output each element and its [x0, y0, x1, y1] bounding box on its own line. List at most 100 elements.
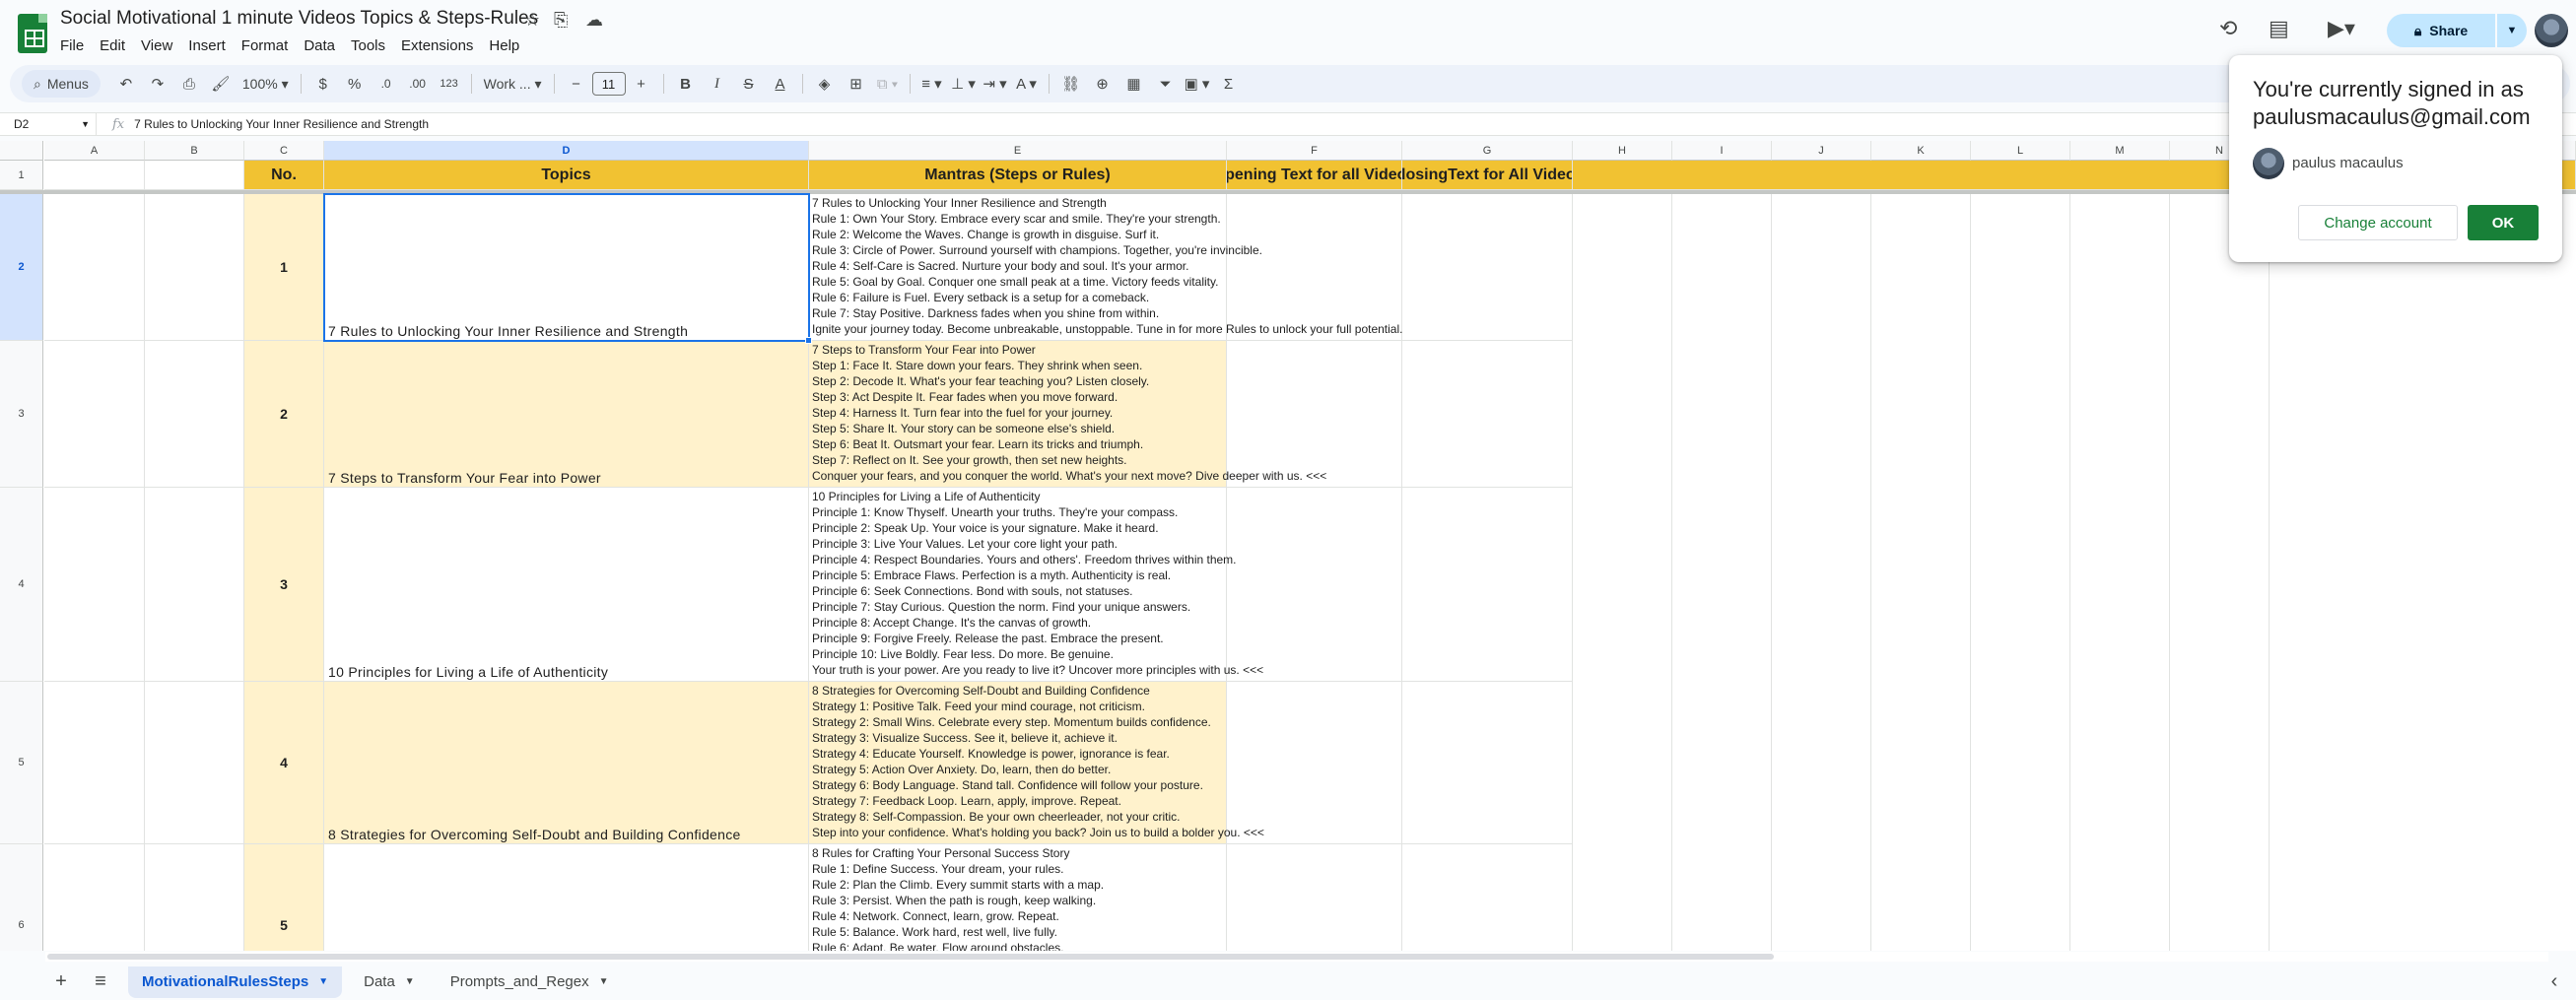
comments-icon[interactable]: ▤: [2269, 16, 2289, 41]
cell-b3[interactable]: [145, 341, 244, 488]
cell-a3[interactable]: [44, 341, 145, 488]
column-header-g[interactable]: G: [1402, 141, 1573, 161]
strikethrough-icon[interactable]: S: [735, 70, 763, 98]
fill-handle[interactable]: [805, 337, 812, 344]
cell-topic[interactable]: 7 Steps to Transform Your Fear into Powe…: [324, 341, 809, 488]
functions-icon[interactable]: Σ: [1215, 70, 1243, 98]
cell-topic[interactable]: [324, 844, 809, 951]
column-header-a[interactable]: A: [44, 141, 145, 161]
paint-format-icon[interactable]: 🖌︎: [207, 70, 235, 98]
cell-f4[interactable]: [1227, 488, 1402, 682]
sheet-tab-data[interactable]: Data ▼: [350, 967, 429, 998]
zoom-select[interactable]: 100% ▾: [242, 76, 289, 93]
cell-g4[interactable]: [1402, 488, 1573, 682]
menu-help[interactable]: Help: [481, 35, 527, 56]
menu-format[interactable]: Format: [234, 35, 297, 56]
name-box[interactable]: D2 ▼: [0, 113, 97, 135]
formula-input[interactable]: 7 Rules to Unlocking Your Inner Resilien…: [134, 117, 429, 131]
column-header-l[interactable]: L: [1971, 141, 2070, 161]
insert-chart-icon[interactable]: ▦: [1120, 70, 1148, 98]
header-topics[interactable]: Topics: [324, 161, 809, 190]
bold-icon[interactable]: B: [672, 70, 700, 98]
merge-cells-icon[interactable]: ⧉ ▾: [874, 70, 902, 98]
header-no[interactable]: No.: [244, 161, 324, 190]
row-header[interactable]: 1: [0, 161, 43, 190]
menu-view[interactable]: View: [133, 35, 180, 56]
column-header-c[interactable]: C: [244, 141, 324, 161]
ok-button[interactable]: OK: [2468, 205, 2539, 240]
increase-decimal-button[interactable]: .00: [404, 70, 432, 98]
scrollbar-thumb[interactable]: [47, 954, 1774, 960]
cell-b5[interactable]: [145, 682, 244, 844]
text-rotation-icon[interactable]: A ▾: [1013, 70, 1041, 98]
account-avatar[interactable]: [2535, 14, 2568, 47]
search-menus-button[interactable]: ⌕ Menus: [22, 70, 101, 98]
all-sheets-icon[interactable]: ≡: [81, 970, 120, 993]
cell-g6[interactable]: [1402, 844, 1573, 951]
share-options-dropdown[interactable]: ▼: [2497, 14, 2527, 47]
column-header-i[interactable]: I: [1672, 141, 1772, 161]
vertical-align-icon[interactable]: ⊥ ▾: [950, 70, 978, 98]
menu-extensions[interactable]: Extensions: [393, 35, 481, 56]
more-formats-button[interactable]: 123: [436, 70, 463, 98]
cell-mantra[interactable]: 8 Rules for Crafting Your Personal Succe…: [809, 844, 1227, 951]
cell-topic[interactable]: 7 Rules to Unlocking Your Inner Resilien…: [324, 194, 809, 341]
redo-icon[interactable]: ↷: [144, 70, 171, 98]
version-history-icon[interactable]: ⟲: [2219, 16, 2237, 41]
column-header-k[interactable]: K: [1871, 141, 1971, 161]
italic-icon[interactable]: I: [704, 70, 731, 98]
share-button[interactable]: 🔒︎ Share: [2387, 14, 2495, 47]
move-folder-icon[interactable]: ⎘: [554, 10, 568, 31]
cell-mantra[interactable]: 10 Principles for Living a Life of Authe…: [809, 488, 1263, 682]
add-sheet-icon[interactable]: +: [41, 970, 81, 993]
print-icon[interactable]: ⎙: [175, 70, 203, 98]
horizontal-scrollbar[interactable]: [45, 952, 2548, 962]
column-header-m[interactable]: M: [2070, 141, 2170, 161]
undo-icon[interactable]: ↶: [112, 70, 140, 98]
insert-link-icon[interactable]: ⛓︎: [1057, 70, 1085, 98]
cell-mantra[interactable]: 7 Rules to Unlocking Your Inner Resilien…: [809, 194, 1402, 341]
cell-b2[interactable]: [145, 194, 244, 341]
text-wrapping-icon[interactable]: ⇥ ▾: [982, 70, 1009, 98]
cell-b4[interactable]: [145, 488, 244, 682]
font-size-input[interactable]: 11: [591, 72, 626, 96]
borders-icon[interactable]: ⊞: [843, 70, 870, 98]
cell-no[interactable]: 1: [244, 194, 324, 341]
text-color-icon[interactable]: A: [767, 70, 794, 98]
sheet-tab-prompts-and-regex[interactable]: Prompts_and_Regex ▼: [437, 967, 623, 998]
percent-format-button[interactable]: %: [341, 70, 369, 98]
increase-font-size-icon[interactable]: +: [628, 70, 655, 98]
currency-format-button[interactable]: $: [309, 70, 337, 98]
row-header[interactable]: 4: [0, 488, 43, 682]
cell-topic[interactable]: 10 Principles for Living a Life of Authe…: [324, 488, 809, 682]
column-header-d[interactable]: D: [324, 141, 809, 161]
header-opening-text[interactable]: Opening Text for all Videos: [1227, 161, 1402, 190]
column-header-b[interactable]: B: [145, 141, 244, 161]
select-all-corner[interactable]: [0, 141, 43, 161]
column-header-h[interactable]: H: [1573, 141, 1672, 161]
sheets-logo-icon[interactable]: [18, 14, 47, 53]
change-account-button[interactable]: Change account: [2298, 205, 2458, 240]
cell-no[interactable]: 2: [244, 341, 324, 488]
decrease-decimal-button[interactable]: .0: [373, 70, 400, 98]
cell-b6[interactable]: [145, 844, 244, 951]
insert-comment-icon[interactable]: ⊕: [1089, 70, 1117, 98]
menu-file[interactable]: File: [60, 35, 92, 56]
column-header-f[interactable]: F: [1227, 141, 1402, 161]
menu-tools[interactable]: Tools: [343, 35, 393, 56]
cell-mantra[interactable]: 7 Steps to Transform Your Fear into Powe…: [809, 341, 1326, 488]
menu-edit[interactable]: Edit: [92, 35, 133, 56]
star-icon[interactable]: ☆: [524, 10, 540, 31]
row-header[interactable]: 6: [0, 844, 43, 951]
cloud-status-icon[interactable]: ☁: [585, 10, 603, 31]
cell-a5[interactable]: [44, 682, 145, 844]
cell-f3[interactable]: [1227, 341, 1402, 488]
cell-a1[interactable]: [44, 161, 145, 190]
header-closing-text[interactable]: ClosingText for All Videos: [1402, 161, 1573, 190]
font-select[interactable]: Work ... ▾: [484, 76, 542, 93]
filter-views-icon[interactable]: ▣ ▾: [1184, 70, 1211, 98]
row-header[interactable]: 3: [0, 341, 43, 488]
cell-no[interactable]: 5: [244, 844, 324, 951]
cell-b1[interactable]: [145, 161, 244, 190]
cell-a2[interactable]: [44, 194, 145, 341]
